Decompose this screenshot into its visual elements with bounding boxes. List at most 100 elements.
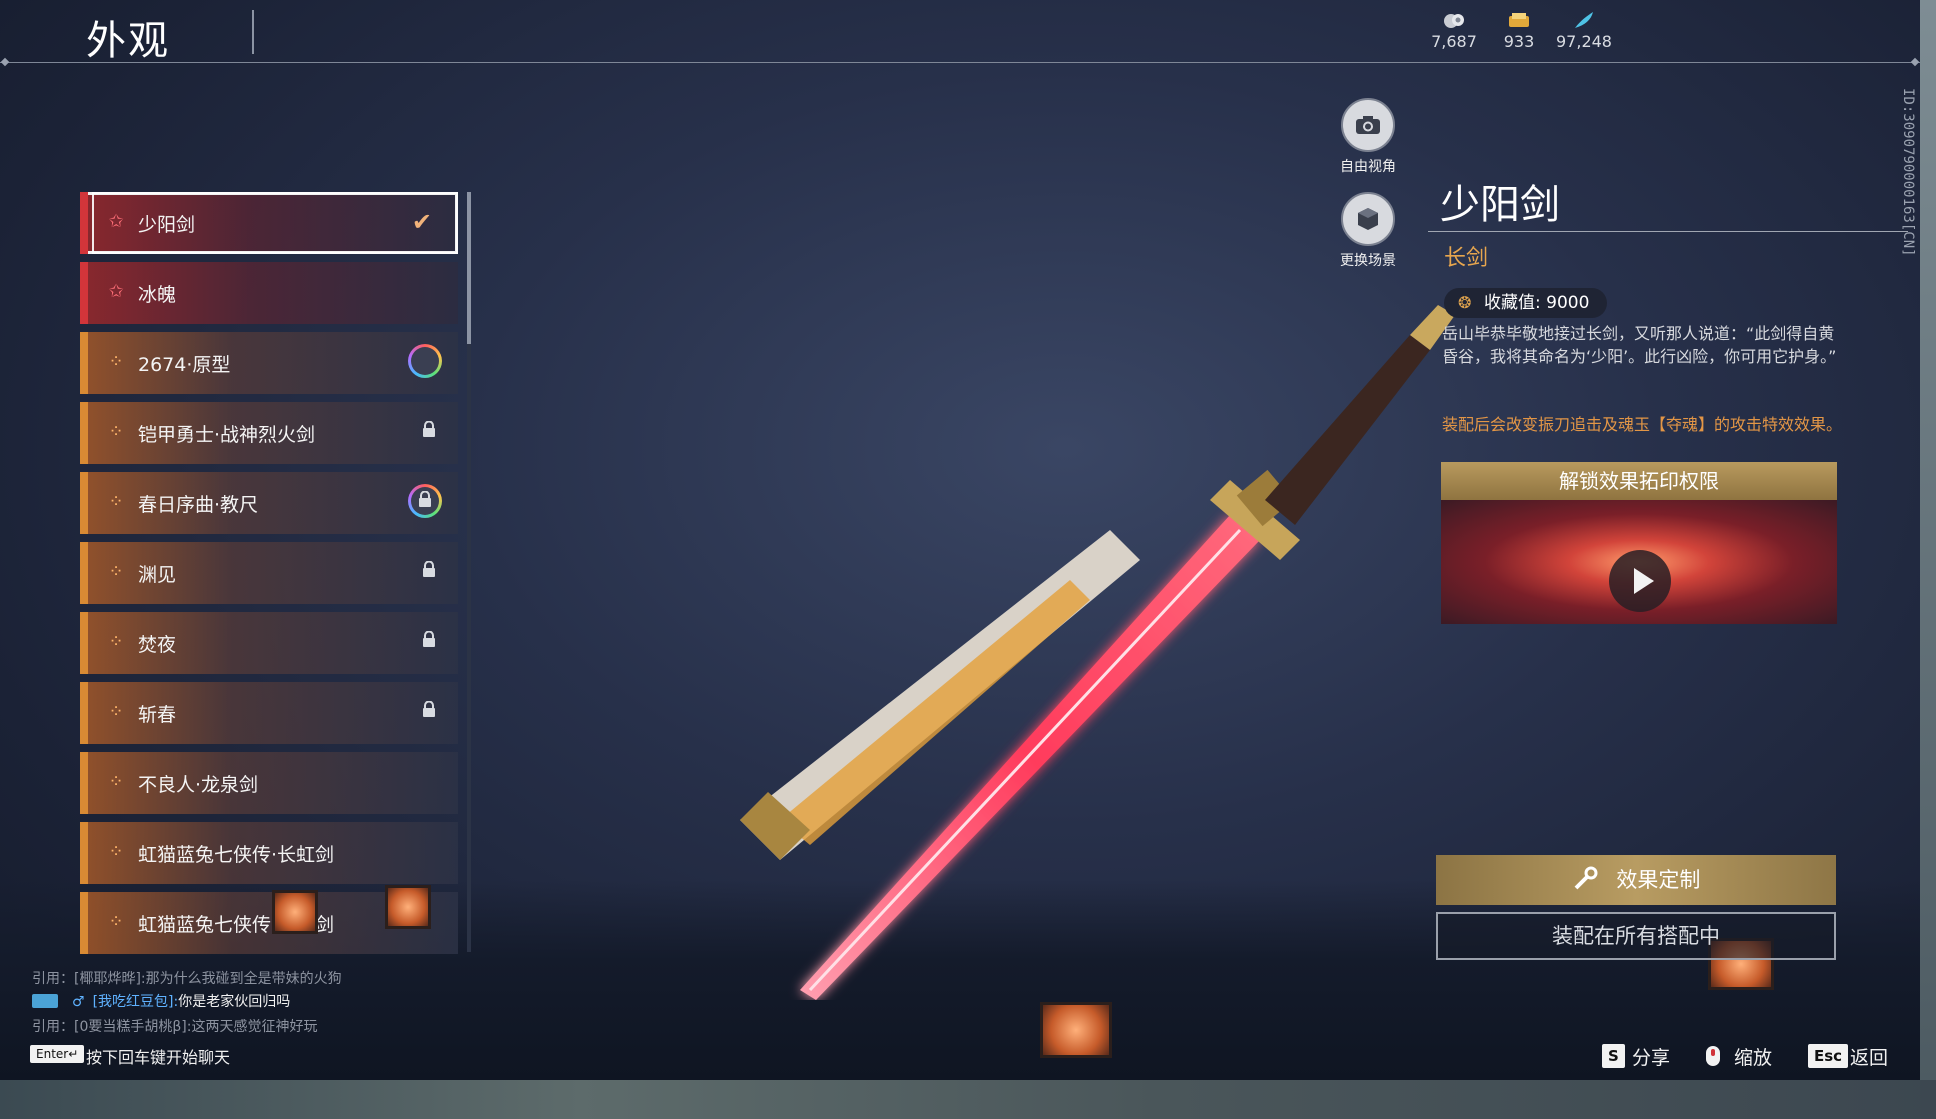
list-item[interactable]: ✩ 冰魄 [80, 262, 458, 324]
rarity-bar [80, 262, 88, 324]
star-icon: ✩ [108, 211, 124, 232]
ornament-icon: ⁘ [108, 771, 124, 792]
rainbow-ring-icon [408, 344, 442, 378]
equip-all-button[interactable]: 装配在所有搭配中 [1436, 912, 1836, 960]
change-scene-button[interactable]: 更换场景 [1323, 192, 1413, 270]
item-label: 不良人·龙泉剑 [138, 774, 259, 796]
custom-button-label: 效果定制 [1616, 868, 1701, 892]
wrench-icon [1574, 866, 1598, 890]
title-divider [252, 10, 254, 54]
tool-label: 更换场景 [1340, 253, 1396, 269]
mouse-wheel-icon [1706, 1046, 1720, 1066]
currency-value: 97,248 [1556, 32, 1612, 51]
item-label: 虹猫蓝兔七侠传·长虹剑 [138, 844, 335, 866]
zoom-button[interactable]: 缩放 [1734, 1043, 1772, 1070]
rarity-bar [80, 612, 88, 674]
item-name: 少阳剑 [1440, 182, 1560, 228]
list-item[interactable]: ⁘ 铠甲勇士·战神烈火剑 [80, 402, 458, 464]
chat-line: ♂ [我吃红豆包]:你是老家伙回归吗 [32, 991, 290, 1011]
name-divider [1428, 231, 1908, 232]
right-scenery-edge [1920, 0, 1936, 1080]
ornament-icon: ⁘ [108, 351, 124, 372]
effect-customize-button[interactable]: 效果定制 [1436, 855, 1836, 905]
list-item[interactable]: ⁘ 2674·原型 [80, 332, 458, 394]
list-item[interactable]: ⁘ 春日序曲·教尺 [80, 472, 458, 534]
list-item[interactable]: ⁘ 焚夜 [80, 612, 458, 674]
unlock-effect-preview[interactable]: 解锁效果拓印权限 [1441, 462, 1837, 624]
item-type: 长剑 [1444, 246, 1489, 271]
tool-label: 自由视角 [1340, 159, 1396, 175]
channel-badge-icon [32, 994, 58, 1008]
ornament-icon: ⁘ [108, 701, 124, 722]
lock-icon [423, 561, 435, 577]
back-button[interactable]: 返回 [1850, 1043, 1888, 1070]
list-item[interactable]: ⁘ 斩春 [80, 682, 458, 744]
bottom-scenery-strip [0, 1080, 1936, 1119]
rarity-bar [80, 752, 88, 814]
ornament-icon: ⁘ [108, 491, 124, 512]
appearance-list: ✩ 少阳剑 ✔ ✩ 冰魄 ⁘ 2674·原型 ⁘ 铠甲勇士·战神烈火剑 ⁘ 春日… [80, 182, 462, 954]
play-icon[interactable] [1609, 550, 1671, 612]
item-label: 春日序曲·教尺 [138, 494, 259, 516]
header-divider [0, 62, 1920, 63]
list-item[interactable]: ✩ 少阳剑 ✔ [80, 192, 458, 254]
cloud-coin-icon [1444, 14, 1464, 28]
ornament-icon: ⁘ [108, 631, 124, 652]
list-item[interactable]: ⁘ 渊见 [80, 542, 458, 604]
rarity-bar [80, 682, 88, 744]
enter-key-icon: Enter↵ [30, 1045, 85, 1063]
unlock-title: 解锁效果拓印权限 [1441, 462, 1837, 500]
currency-ticket: 933 [1484, 10, 1554, 51]
rarity-bar [80, 822, 88, 884]
lock-icon [419, 491, 431, 507]
checkmark-icon: ✔ [411, 208, 432, 236]
feather-icon [1575, 12, 1593, 28]
chat-speaker[interactable]: [我吃红豆包]: [93, 994, 179, 1010]
star-icon: ✩ [108, 281, 124, 302]
item-label: 渊见 [138, 564, 177, 586]
item-label: 少阳剑 [138, 214, 196, 236]
currency-value: 7,687 [1431, 32, 1477, 51]
item-label: 冰魄 [138, 284, 177, 306]
item-effect: 装配后会改变振刀追击及魂玉【夺魂】的攻击特效效果。 [1442, 415, 1843, 434]
lock-icon [423, 421, 435, 437]
collection-value: 收藏值: 9000 [1484, 293, 1590, 313]
ornament-icon: ⁘ [108, 421, 124, 442]
ornament-icon: ⁘ [108, 561, 124, 582]
chat-quote: 引用：[椰耶烨晔]:那为什么我碰到全是带妹的火狗 [32, 971, 342, 987]
free-camera-button[interactable]: 自由视角 [1323, 98, 1413, 176]
esc-key-icon: Esc [1808, 1044, 1849, 1068]
lock-icon [423, 701, 435, 717]
lantern-prop [385, 885, 431, 929]
ornament-icon: ⁘ [108, 911, 124, 932]
ornament-icon: ⁘ [108, 841, 124, 862]
item-label: 2674·原型 [138, 354, 231, 376]
rarity-bar [80, 892, 88, 954]
lantern-prop [1040, 1002, 1112, 1058]
share-button[interactable]: 分享 [1632, 1043, 1670, 1070]
list-item[interactable]: ⁘ 虹猫蓝兔七侠传·长虹剑 [80, 822, 458, 884]
chat-quote: 引用：[0要当糕手胡桃β]:这两天感觉征神好玩 [32, 1019, 318, 1035]
effect-video-thumbnail[interactable] [1441, 500, 1837, 624]
chat-message: 你是老家伙回归吗 [178, 994, 291, 1010]
ticket-icon [1509, 13, 1529, 27]
rarity-bar [80, 402, 88, 464]
item-label: 斩春 [138, 704, 177, 726]
player-id: ID:3090790000163[CN] [1900, 88, 1916, 257]
rarity-bar [80, 472, 88, 534]
list-scrollbar-thumb[interactable] [467, 192, 471, 344]
rarity-bar [80, 542, 88, 604]
list-item[interactable]: ⁘ 不良人·龙泉剑 [80, 752, 458, 814]
male-icon: ♂ [72, 994, 85, 1010]
scene-icon [1341, 192, 1395, 246]
sword-preview[interactable] [720, 300, 1460, 1000]
currency-cloud: 7,687 [1419, 10, 1489, 51]
item-label: 铠甲勇士·战神烈火剑 [138, 424, 316, 446]
share-key-icon: S [1602, 1044, 1625, 1068]
rarity-bar [80, 192, 88, 254]
currency-feather: 97,248 [1549, 10, 1619, 51]
item-label: 焚夜 [138, 634, 177, 656]
chat-hint[interactable]: 按下回车键开始聊天 [86, 1044, 230, 1068]
page-title: 外观 [86, 18, 170, 64]
collection-value-badge: ❂ 收藏值: 9000 [1444, 288, 1608, 318]
